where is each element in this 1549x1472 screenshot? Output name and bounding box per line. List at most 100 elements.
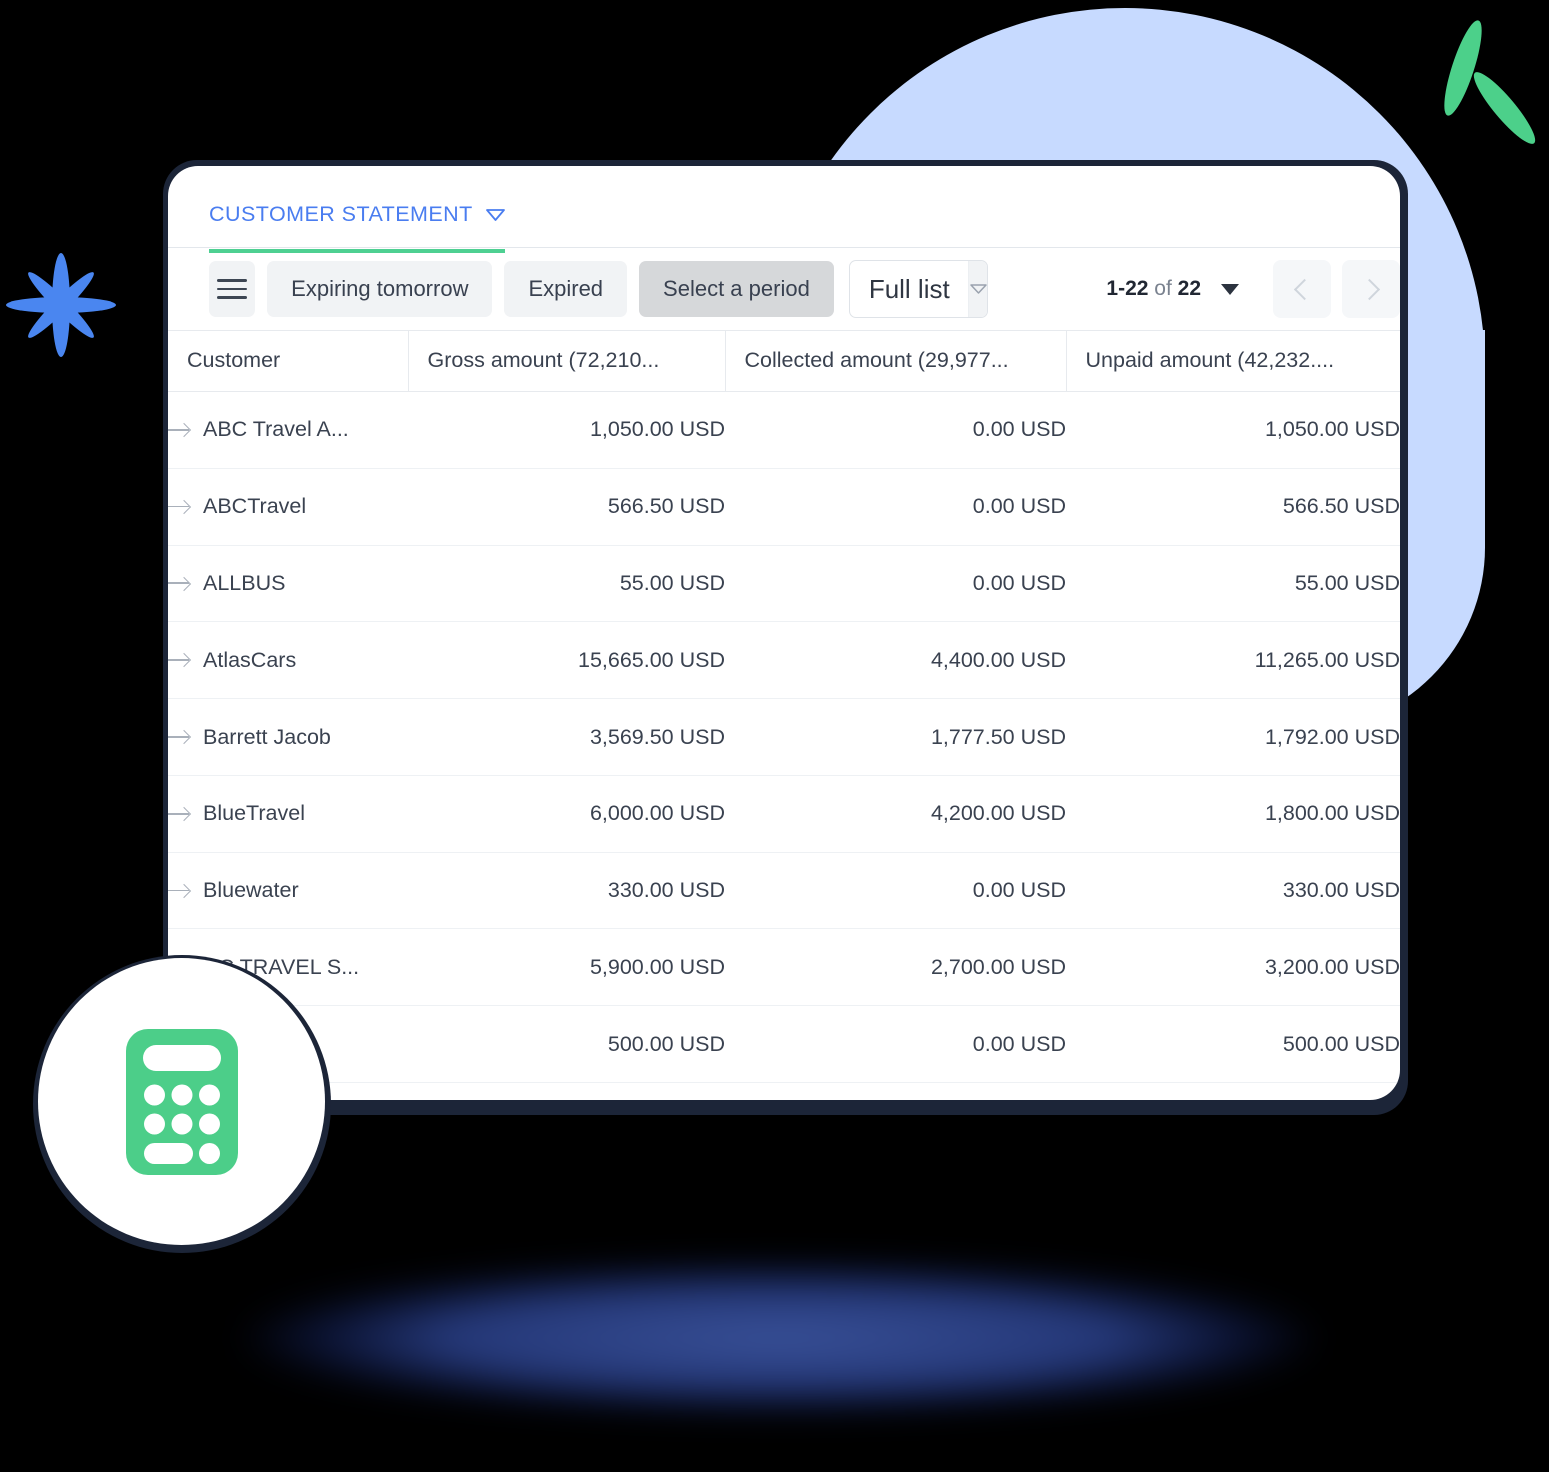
cell-collected-amount: 1,777.50 USD bbox=[725, 698, 1066, 776]
arrow-right-icon[interactable] bbox=[168, 653, 190, 667]
menu-button[interactable] bbox=[209, 261, 256, 317]
table-row[interactable]: ALLBUS 55.00 USD 0.00 USD 55.00 USD bbox=[168, 545, 1400, 623]
cell-gross-amount: 566.50 USD bbox=[408, 468, 725, 546]
cell-gross-amount: 55.00 USD bbox=[408, 545, 725, 623]
table-row[interactable]: Cherry Inc.500.00 USD0.00 USD500.00 USD bbox=[168, 1005, 1400, 1084]
cell-gross-amount: 330.00 USD bbox=[408, 852, 725, 930]
tab-customer-statement[interactable]: CUSTOMER STATEMENT bbox=[209, 202, 505, 253]
list-scope-select[interactable]: Full list bbox=[848, 260, 989, 318]
column-header-gross[interactable]: Gross amount (72,210... bbox=[408, 330, 726, 392]
cell-customer: ALLBUS bbox=[168, 545, 408, 623]
cell-collected-amount: 4,400.00 USD bbox=[725, 621, 1066, 700]
cell-customer: BlueTravel bbox=[168, 775, 408, 853]
caret-down-icon[interactable] bbox=[1221, 283, 1239, 295]
table-body: ABC Travel A... 1,050.00 USD 0.00 USD 1,050… bbox=[168, 391, 1400, 1100]
calculator-icon bbox=[125, 1028, 238, 1175]
cell-collected-amount: 0.00 USD bbox=[725, 545, 1066, 623]
table-row[interactable]: Barrett Jacob 3,569.50 USD 1,777.50 USD 1,7… bbox=[168, 698, 1400, 776]
arrow-right-icon[interactable] bbox=[168, 423, 190, 437]
cell-unpaid-amount: 1,050.00 USD bbox=[1066, 391, 1400, 469]
arrow-right-icon[interactable] bbox=[168, 500, 190, 514]
customer-name: AtlasCars bbox=[203, 647, 297, 672]
app-window: CUSTOMER STATEMENT Expiring tomorrow Exp… bbox=[168, 166, 1400, 1100]
select-caret-button[interactable] bbox=[967, 261, 988, 317]
cell-collected-amount: 2,700.00 USD bbox=[725, 928, 1066, 1007]
arrow-right-icon[interactable] bbox=[168, 576, 190, 590]
cell-unpaid-amount: 500.00 USD bbox=[1066, 1005, 1400, 1084]
customer-name: ALLBUS bbox=[203, 570, 286, 595]
filter-label: Expired bbox=[528, 276, 604, 301]
pagination: 1-22 of 22 bbox=[1106, 260, 1400, 318]
pagination-range: 1-22 bbox=[1106, 277, 1149, 300]
list-scope-value: Full list bbox=[868, 274, 950, 304]
filter-expired[interactable]: Expired bbox=[504, 261, 628, 317]
chevron-left-icon bbox=[1293, 278, 1315, 300]
cell-collected-amount: 0.00 USD bbox=[725, 852, 1066, 930]
calculator-badge bbox=[38, 958, 325, 1245]
arrow-right-icon[interactable] bbox=[168, 884, 190, 898]
table-row[interactable]: Bluewater 330.00 USD 0.00 USD 330.00 USD bbox=[168, 852, 1400, 930]
cell-customer: Barrett Jacob bbox=[168, 698, 408, 776]
cell-collected-amount: 1,000.00 USD bbox=[725, 1082, 1066, 1100]
toolbar: Expiring tomorrow Expired Select a perio… bbox=[168, 248, 1400, 330]
filter-expiring-tomorrow[interactable]: Expiring tomorrow bbox=[267, 261, 493, 317]
cell-gross-amount: 5,900.00 USD bbox=[408, 928, 725, 1007]
chevron-right-icon bbox=[1358, 278, 1380, 300]
prev-page-button[interactable] bbox=[1273, 260, 1331, 318]
cell-gross-amount: 5,978.21 USD bbox=[408, 1082, 725, 1100]
pagination-nav bbox=[1273, 260, 1400, 318]
cell-unpaid-amount: 4,978.21 USD bbox=[1066, 1082, 1400, 1100]
tab-bar: CUSTOMER STATEMENT bbox=[168, 166, 1400, 253]
column-header-customer[interactable]: Customer bbox=[168, 330, 409, 392]
cell-unpaid-amount: 330.00 USD bbox=[1066, 852, 1400, 930]
hamburger-menu-icon bbox=[217, 279, 248, 299]
cell-unpaid-amount: 55.00 USD bbox=[1066, 545, 1400, 623]
table-header-row: Customer Gross amount (72,210... Collect… bbox=[168, 330, 1400, 392]
cell-unpaid-amount: 1,800.00 USD bbox=[1066, 775, 1400, 853]
pagination-count: 1-22 of 22 bbox=[1106, 277, 1201, 301]
tab-label: CUSTOMER STATEMENT bbox=[209, 202, 473, 226]
pagination-of: of bbox=[1154, 277, 1172, 300]
cell-gross-amount: 500.00 USD bbox=[408, 1005, 725, 1084]
green-accent-mark-1 bbox=[1437, 17, 1489, 119]
column-header-collected[interactable]: Collected amount (29,977... bbox=[725, 330, 1067, 392]
cell-unpaid-amount: 566.50 USD bbox=[1066, 468, 1400, 546]
cell-collected-amount: 0.00 USD bbox=[725, 468, 1066, 546]
arrow-right-icon[interactable] bbox=[168, 807, 190, 821]
cell-customer: ABCTravel bbox=[168, 468, 408, 546]
customer-name: Bluewater bbox=[203, 878, 299, 903]
filter-select-a-period[interactable]: Select a period bbox=[639, 261, 834, 317]
customer-name: BlueTravel bbox=[203, 801, 305, 826]
cell-customer: ABC Travel A... bbox=[168, 391, 408, 469]
cell-collected-amount: 0.00 USD bbox=[725, 1005, 1066, 1084]
chevron-down-icon bbox=[969, 284, 987, 294]
cell-gross-amount: 1,050.00 USD bbox=[408, 391, 725, 469]
table-row[interactable]: CC TRAVEL S... 5,900.00 USD 2,700.00 USD 3,… bbox=[168, 928, 1400, 1007]
table-row[interactable]: AtlasCars 15,665.00 USD 4,400.00 USD 11,265… bbox=[168, 621, 1400, 700]
pagination-total: 22 bbox=[1177, 277, 1201, 300]
customer-name: ABCTravel bbox=[203, 494, 307, 519]
customer-statement-table: Customer Gross amount (72,210... Collect… bbox=[168, 330, 1400, 1100]
table-row[interactable]: BlueTravel 6,000.00 USD 4,200.00 USD 1,800.… bbox=[168, 775, 1400, 853]
filter-label: Expiring tomorrow bbox=[291, 276, 469, 301]
column-header-unpaid[interactable]: Unpaid amount (42,232.... bbox=[1066, 330, 1400, 392]
cell-gross-amount: 15,665.00 USD bbox=[408, 621, 725, 700]
table-row[interactable]: ABC Travel A... 1,050.00 USD 0.00 USD 1,050… bbox=[168, 391, 1400, 469]
cell-gross-amount: 6,000.00 USD bbox=[408, 775, 725, 853]
table-row[interactable]: ABCTravel 566.50 USD 0.00 USD 566.50 USD bbox=[168, 468, 1400, 546]
filter-label: Select a period bbox=[663, 276, 810, 301]
arrow-right-icon[interactable] bbox=[168, 730, 190, 744]
next-page-button[interactable] bbox=[1342, 260, 1400, 318]
green-accent-mark-2 bbox=[1466, 66, 1543, 150]
cell-unpaid-amount: 11,265.00 USD bbox=[1066, 621, 1400, 700]
chevron-down-icon[interactable] bbox=[485, 208, 505, 221]
cell-unpaid-amount: 1,792.00 USD bbox=[1066, 698, 1400, 776]
cell-collected-amount: 4,200.00 USD bbox=[725, 775, 1066, 853]
illustration-stage: CUSTOMER STATEMENT Expiring tomorrow Exp… bbox=[0, 0, 1549, 1472]
table-row[interactable]: Epic travel5,978.21 USD1,000.00 USD4,978… bbox=[168, 1082, 1400, 1100]
table-header: Customer Gross amount (72,210... Collect… bbox=[168, 330, 1400, 392]
ground-shadow-ellipse bbox=[240, 1262, 1318, 1414]
cell-customer: Bluewater bbox=[168, 852, 408, 930]
cell-unpaid-amount: 3,200.00 USD bbox=[1066, 928, 1400, 1007]
customer-name: Barrett Jacob bbox=[203, 724, 331, 749]
